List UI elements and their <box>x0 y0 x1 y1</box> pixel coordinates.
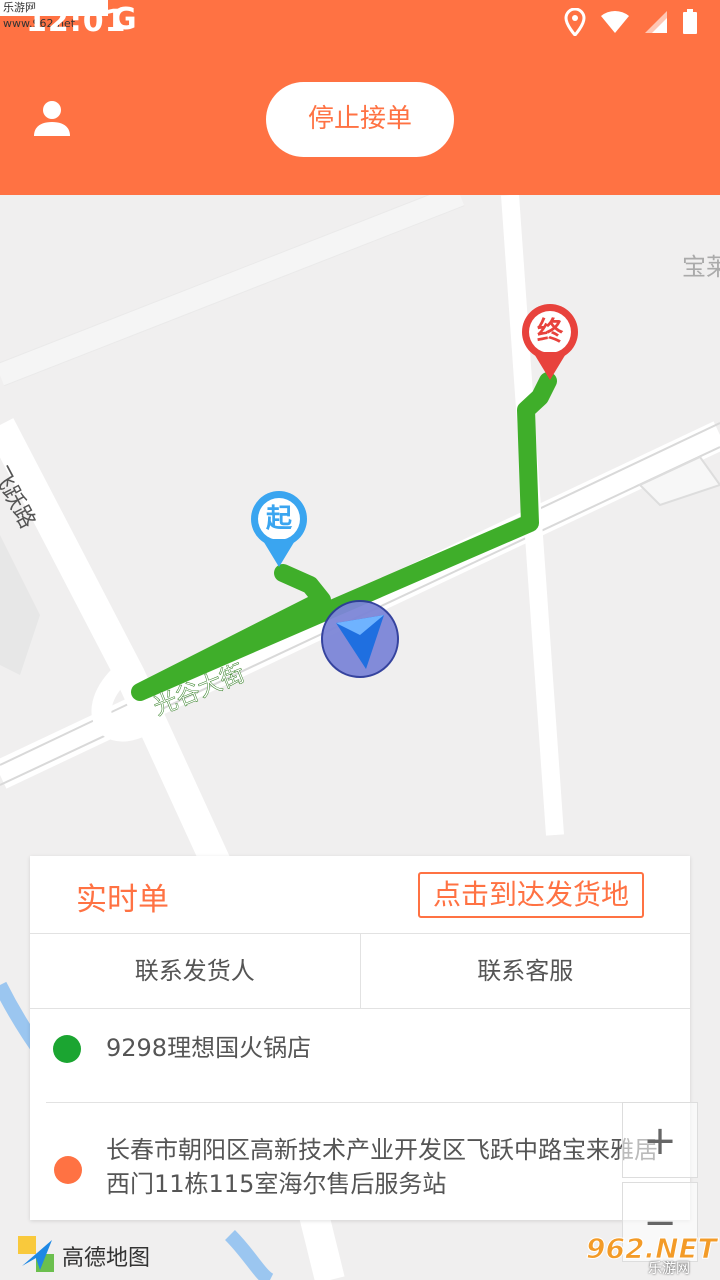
site-logo-watermark: 962.NET 乐游网 <box>586 1232 718 1278</box>
contact-row: 联系发货人 联系客服 <box>30 934 690 1009</box>
destination-row: 长春市朝阳区高新技术产业开发区飞跃中路宝来雅居西门11栋115室海尔售后服务站 <box>46 1102 674 1220</box>
battery-icon <box>682 9 698 39</box>
top-bar: 乐游网www.962.net 12:01 G 停止接单 <box>0 0 720 195</box>
origin-dot <box>53 1035 81 1063</box>
area-label: 宝莱 <box>682 253 720 281</box>
user-profile-icon[interactable] <box>34 100 70 138</box>
contact-service-button[interactable]: 联系客服 <box>361 934 691 1008</box>
watermark-small: 乐游网 <box>648 1261 690 1277</box>
end-marker[interactable]: 终 <box>535 314 565 350</box>
location-icon <box>564 7 586 40</box>
amap-logo: 高德地图 <box>18 1236 150 1276</box>
status-icons <box>564 7 698 40</box>
destination-address: 长春市朝阳区高新技术产业开发区飞跃中路宝来雅居西门11栋115室海尔售后服务站 <box>106 1136 658 1198</box>
amap-logo-icon <box>18 1236 54 1276</box>
contact-shipper-button[interactable]: 联系发货人 <box>30 934 361 1008</box>
origin-row: 9298理想国火锅店 <box>30 1009 690 1101</box>
order-card: 实时单 点击到达发货地 联系发货人 联系客服 9298理想国火锅店 长春市朝阳区… <box>30 856 690 1220</box>
wifi-icon <box>600 10 630 38</box>
stop-accepting-button[interactable]: 停止接单 <box>266 82 454 157</box>
google-icon: G <box>112 2 137 37</box>
zoom-in-button[interactable]: + <box>622 1102 698 1178</box>
destination-dot <box>54 1156 82 1184</box>
start-marker[interactable]: 起 <box>264 501 294 537</box>
amap-logo-text: 高德地图 <box>62 1246 151 1271</box>
origin-address: 9298理想国火锅店 <box>106 1034 312 1062</box>
order-type-title: 实时单 <box>76 882 169 918</box>
card-header: 实时单 点击到达发货地 <box>30 856 690 934</box>
status-bar: 乐游网www.962.net 12:01 G <box>0 0 720 48</box>
signal-icon <box>644 10 668 38</box>
arrive-pickup-button[interactable]: 点击到达发货地 <box>418 872 644 918</box>
